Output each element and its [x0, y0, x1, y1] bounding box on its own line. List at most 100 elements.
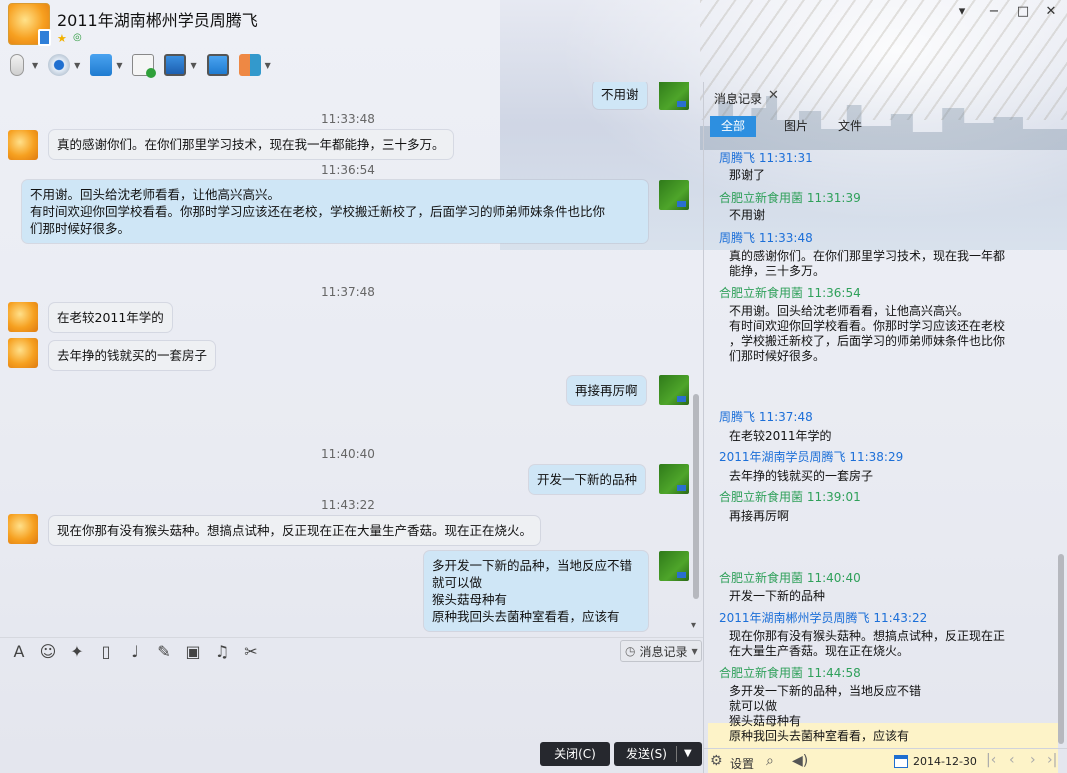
history-title[interactable]: 消息记录	[714, 90, 762, 107]
filter-files[interactable]: 文件	[830, 116, 870, 137]
message-bubble-in[interactable]: 真的感谢你们。在你们那里学习技术，现在我一年都能挣，三十多万。	[49, 130, 453, 159]
gear-icon[interactable]: ⚙	[710, 753, 723, 769]
log-sender: 周腾飞 11:31:31	[719, 151, 813, 165]
timestamp: 11:40:40	[321, 447, 375, 461]
log-sender: 周腾飞 11:33:48	[719, 231, 813, 245]
history-scroll-thumb[interactable]	[1058, 554, 1064, 744]
chat-add-icon	[132, 54, 157, 78]
voice-message-icon[interactable]: ♩	[126, 642, 144, 661]
speaker-icon[interactable]: ◀)	[792, 753, 808, 769]
log-message: 不用谢。回头给沈老师看看，让他高兴高兴。 有时间欢迎你回学校看看。你那时学习应该…	[729, 304, 1006, 363]
message-bubble-out[interactable]: 多开发一下新的品种，当地反应不错 就可以做 猴头菇母种有 原种我回头去菌种室看看…	[424, 551, 648, 631]
message-input[interactable]	[0, 665, 703, 740]
chevron-down-icon[interactable]: ▼	[32, 61, 38, 70]
emoji-icon[interactable]: ☺	[39, 642, 57, 661]
maximize-button[interactable]: □	[1013, 4, 1033, 19]
chevron-down-icon[interactable]: ▼	[190, 61, 196, 70]
send-button[interactable]: 发送(S) ▼	[614, 742, 702, 766]
search-icon[interactable]: ⌕	[766, 753, 774, 769]
screen-share-button[interactable]	[206, 52, 229, 78]
next-page-icon[interactable]: ›	[1030, 752, 1036, 768]
message-bubble-out[interactable]: 不用谢	[593, 82, 647, 109]
scissors-icon[interactable]: ✂	[242, 642, 260, 661]
chevron-down-icon[interactable]: ▼	[74, 61, 80, 70]
timestamp: 11:37:48	[321, 285, 375, 299]
history-tabbar: 消息记录 ✕	[704, 82, 1067, 112]
log-message: 真的感谢你们。在你们那里学习技术，现在我一年都 能挣，三十多万。	[729, 249, 1006, 278]
log-message: 不用谢	[729, 208, 766, 222]
file-transfer-button[interactable]: ▼	[90, 52, 122, 78]
message-bubble-out[interactable]: 开发一下新的品种	[529, 465, 646, 494]
send-separator	[676, 746, 677, 762]
header: 2011年湖南郴州学员周腾飞 ★ ◎ ▾ − □ ✕ ▼ ▼ ▼ ▼ ▼	[0, 0, 1067, 84]
chat-scroll-thumb[interactable]	[693, 394, 699, 599]
webcam-icon	[48, 54, 71, 76]
add-contact-button[interactable]	[132, 52, 157, 78]
contact-avatar[interactable]	[8, 3, 51, 46]
history-date[interactable]: 2014-12-30	[913, 755, 977, 768]
monitor-icon	[164, 54, 187, 76]
star-icon[interactable]: ★	[57, 32, 67, 45]
last-page-icon[interactable]: ›|	[1047, 752, 1057, 768]
history-log[interactable]: 周腾飞 11:31:31 那谢了 合肥立新食用菌 11:31:39 不用谢 周腾…	[704, 144, 1058, 773]
my-avatar[interactable]	[659, 375, 689, 405]
my-avatar[interactable]	[659, 551, 689, 581]
log-message: 再接再厉啊	[729, 509, 790, 523]
message-bubble-in[interactable]: 现在你那有没有猴头菇种。想搞点试种，反正现在正在大量生产香菇。现在正在烧火。	[49, 516, 541, 545]
scroll-down-icon[interactable]: ▾	[691, 620, 696, 631]
close-history-icon[interactable]: ✕	[768, 88, 779, 103]
voice-call-button[interactable]: ▼	[6, 52, 38, 78]
log-sender: 合肥立新食用菌 11:36:54	[719, 286, 861, 300]
log-sender: 2011年湖南学员周腾飞 11:38:29	[719, 450, 904, 464]
settings-link[interactable]: 设置	[730, 755, 754, 772]
shake-icon[interactable]: ▯	[97, 642, 115, 661]
log-message: 那谢了	[729, 168, 766, 182]
apps-button[interactable]: ▼	[238, 52, 271, 78]
image-icon[interactable]: ▣	[184, 642, 202, 661]
skin-menu-button[interactable]: ▾	[952, 4, 972, 19]
message-bubble-in[interactable]: 在老较2011年学的	[49, 303, 172, 332]
main-toolbar: ▼ ▼ ▼ ▼ ▼	[6, 52, 281, 78]
close-button[interactable]: 关闭(C)	[540, 742, 610, 766]
chat-scrollbar[interactable]: ▾	[691, 82, 701, 635]
prev-page-icon[interactable]: ‹	[1009, 752, 1015, 768]
remote-assist-button[interactable]: ▼	[164, 52, 197, 78]
message-bubble-in[interactable]: 去年挣的钱就买的一套房子	[49, 341, 216, 370]
close-window-button[interactable]: ✕	[1041, 4, 1061, 19]
log-sender: 合肥立新食用菌 11:39:01	[719, 490, 861, 504]
apps-grid-icon	[238, 54, 261, 76]
music-icon[interactable]: ♫	[213, 642, 231, 661]
contact-avatar-small[interactable]	[8, 130, 38, 160]
graffiti-icon[interactable]: ✎	[155, 642, 173, 661]
log-sender: 周腾飞 11:37:48	[719, 410, 813, 424]
message-history-button[interactable]: ◷ 消息记录 ▼	[620, 640, 702, 662]
magic-icon[interactable]: ✦	[68, 642, 86, 661]
my-avatar[interactable]	[659, 464, 689, 494]
first-page-icon[interactable]: |‹	[986, 752, 996, 768]
message-bubble-out[interactable]: 不用谢。回头给沈老师看看，让他高兴高兴。 有时间欢迎你回学校看看。你那时学习应该…	[22, 180, 648, 243]
calendar-icon[interactable]	[894, 755, 908, 768]
chat-history[interactable]: 不用谢 11:33:48 真的感谢你们。在你们那里学习技术，现在我一年都能挣，三…	[0, 82, 703, 635]
chevron-down-icon[interactable]: ▼	[116, 61, 122, 70]
send-options-icon[interactable]: ▼	[684, 742, 692, 766]
filter-all[interactable]: 全部	[710, 116, 756, 137]
my-avatar[interactable]	[659, 180, 689, 210]
filter-images[interactable]: 图片	[776, 116, 816, 137]
chevron-down-icon[interactable]: ▼	[265, 61, 271, 70]
online-status-icon[interactable]: ◎	[73, 32, 82, 43]
minimize-button[interactable]: −	[984, 4, 1004, 19]
log-message: 现在你那有没有猴头菇种。想搞点试种，反正现在正 在大量生产香菇。现在正在烧火。	[729, 629, 1006, 658]
history-panel: 消息记录 ✕ 全部 图片 文件 周腾飞 11:31:31 那谢了 合肥立新食用菌…	[704, 82, 1067, 773]
screen-share-icon	[206, 54, 229, 76]
message-bubble-out[interactable]: 再接再厉啊	[567, 376, 646, 405]
my-avatar[interactable]	[659, 82, 689, 110]
contact-avatar-small[interactable]	[8, 302, 38, 332]
contact-avatar-small[interactable]	[8, 338, 38, 368]
chevron-down-icon: ▼	[691, 646, 698, 656]
log-sender: 合肥立新食用菌 11:31:39	[719, 191, 861, 205]
contact-avatar-small[interactable]	[8, 514, 38, 544]
video-call-button[interactable]: ▼	[48, 52, 80, 78]
history-scrollbar[interactable]	[1056, 144, 1066, 744]
log-message: 去年挣的钱就买的一套房子	[729, 469, 874, 483]
font-icon[interactable]: A	[10, 642, 28, 661]
